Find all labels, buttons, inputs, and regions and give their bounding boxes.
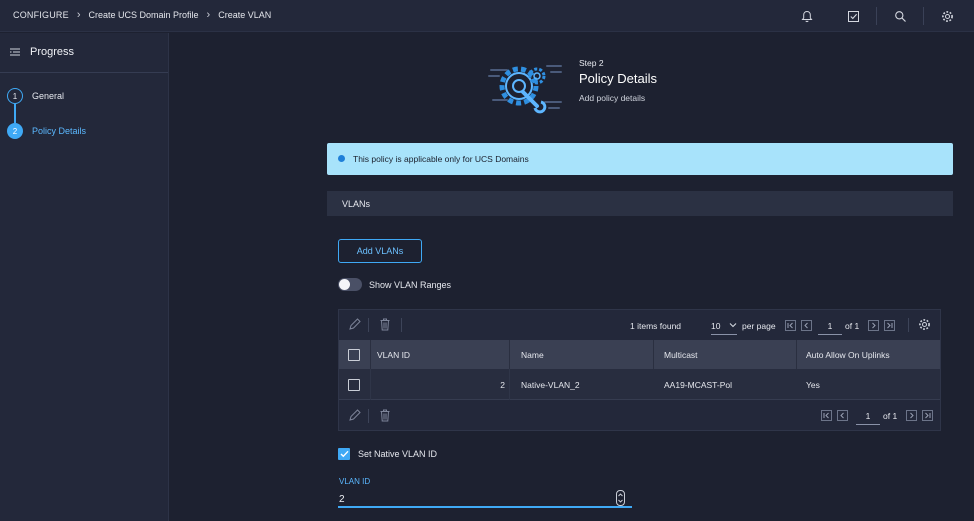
toolbar-divider (401, 318, 402, 332)
first-page-button[interactable] (785, 320, 796, 331)
step-label-general: General (32, 91, 65, 101)
chevron-down-icon (729, 323, 737, 328)
table-row[interactable]: 2 Native-VLAN_2 AA19-MCAST-Pol Yes (339, 369, 940, 400)
bell-icon[interactable] (798, 7, 816, 25)
per-page-select[interactable]: 10 (711, 319, 737, 335)
column-divider (796, 340, 797, 369)
edit-pencil-icon[interactable] (348, 318, 361, 331)
sidebar-step-general[interactable]: 1 General (7, 88, 167, 108)
topbar-divider (876, 7, 877, 25)
cell-auto-allow: Yes (806, 380, 820, 390)
page-number-input[interactable]: 1 (856, 409, 880, 425)
set-native-vlan-checkbox[interactable] (338, 448, 350, 460)
vlan-id-field-label: VLAN ID (339, 477, 371, 486)
per-page-value: 10 (711, 321, 721, 331)
checkmark-icon (340, 450, 349, 458)
show-vlan-ranges-toggle[interactable] (338, 278, 362, 291)
toggle-knob (339, 279, 350, 290)
first-page-icon (823, 412, 829, 419)
row-checkbox[interactable] (348, 379, 360, 391)
cell-multicast: AA19-MCAST-Pol (664, 380, 733, 390)
items-found-count: 1 items found (630, 321, 682, 331)
column-header-name[interactable]: Name (521, 350, 544, 360)
show-vlan-ranges-label: Show VLAN Ranges (369, 280, 452, 290)
toolbar-divider (368, 409, 369, 423)
last-page-button[interactable] (922, 410, 933, 421)
chevron-right-icon (872, 322, 876, 329)
table-footer: 1 of 1 (339, 401, 940, 430)
per-page-label: per page (742, 321, 776, 331)
next-page-button[interactable] (868, 320, 879, 331)
add-vlans-button[interactable]: Add VLANs (338, 239, 422, 263)
page-number-input[interactable]: 1 (818, 319, 842, 335)
sidebar-step-policy-details[interactable]: 2 Policy Details (7, 123, 167, 143)
chevron-right-icon: › (206, 8, 211, 21)
column-header-multicast[interactable]: Multicast (664, 350, 698, 360)
first-page-button[interactable] (821, 410, 832, 421)
vlans-section-header: VLANs (327, 191, 953, 216)
page-count: of 1 (883, 411, 898, 421)
chevron-right-icon (910, 412, 914, 419)
breadcrumb-create-vlan: Create VLAN (218, 10, 272, 20)
vlans-table: 1 items found 10 per page 1 of 1 VLAN ID… (338, 309, 941, 431)
toolbar-divider (368, 318, 369, 332)
cell-vlan-id: 2 (500, 380, 505, 390)
task-check-icon[interactable] (844, 7, 862, 25)
set-native-vlan-label: Set Native VLAN ID (358, 449, 438, 459)
step-label-policy-details: Policy Details (32, 126, 87, 136)
column-divider (370, 369, 371, 400)
breadcrumb-configure[interactable]: CONFIGURE (13, 10, 69, 20)
delete-trash-icon[interactable] (379, 409, 391, 422)
list-icon (10, 48, 20, 56)
edit-pencil-icon[interactable] (348, 409, 361, 422)
progress-title: Progress (30, 46, 75, 58)
table-settings-gear-icon[interactable] (918, 318, 931, 331)
column-divider (370, 340, 371, 369)
last-page-icon (925, 412, 931, 419)
search-icon[interactable] (891, 7, 909, 25)
step-number-label: Step 2 (579, 58, 604, 68)
column-header-auto-allow[interactable]: Auto Allow On Uplinks (806, 350, 890, 360)
topbar-divider (923, 7, 924, 25)
vlan-id-stepper[interactable] (616, 490, 625, 506)
progress-sidebar: Progress 1 General 2 Policy Details (0, 33, 169, 521)
previous-page-button[interactable] (801, 320, 812, 331)
stepper-arrows-icon (618, 493, 623, 503)
table-header: VLAN ID Name Multicast Auto Allow On Upl… (339, 340, 940, 369)
step-number-2: 2 (7, 123, 23, 139)
info-dot-icon (338, 155, 345, 162)
previous-page-button[interactable] (837, 410, 848, 421)
top-bar: CONFIGURE › Create UCS Domain Profile › … (0, 0, 974, 32)
table-toolbar: 1 items found 10 per page 1 of 1 (339, 310, 940, 340)
topbar-icons (770, 7, 956, 25)
column-divider (653, 340, 654, 369)
progress-header: Progress (0, 33, 168, 73)
page-title: Policy Details (579, 71, 658, 86)
chevron-left-icon (840, 412, 844, 419)
info-banner-text: This policy is applicable only for UCS D… (353, 154, 529, 164)
toolbar-divider (908, 318, 909, 332)
first-page-icon (787, 322, 793, 329)
page-count: of 1 (845, 321, 860, 331)
delete-trash-icon[interactable] (379, 318, 391, 331)
breadcrumb: CONFIGURE › Create UCS Domain Profile › … (13, 8, 272, 21)
column-divider (509, 340, 510, 369)
info-banner: This policy is applicable only for UCS D… (327, 143, 953, 175)
last-page-icon (887, 322, 893, 329)
column-divider (509, 369, 510, 400)
gear-wrench-illustration-icon (488, 65, 562, 114)
select-all-checkbox[interactable] (348, 349, 360, 361)
vlan-id-input[interactable] (338, 489, 632, 508)
next-page-button[interactable] (906, 410, 917, 421)
page-description: Add policy details (579, 93, 646, 103)
column-header-vlan-id[interactable]: VLAN ID (377, 350, 410, 360)
cell-name: Native-VLAN_2 (521, 380, 580, 390)
last-page-button[interactable] (884, 320, 895, 331)
chevron-right-icon: › (76, 8, 81, 21)
section-title: VLANs (342, 199, 371, 209)
step-number-1: 1 (7, 88, 23, 104)
chevron-left-icon (804, 322, 808, 329)
settings-gear-icon[interactable] (938, 7, 956, 25)
breadcrumb-create-ucs-domain-profile[interactable]: Create UCS Domain Profile (88, 10, 198, 20)
